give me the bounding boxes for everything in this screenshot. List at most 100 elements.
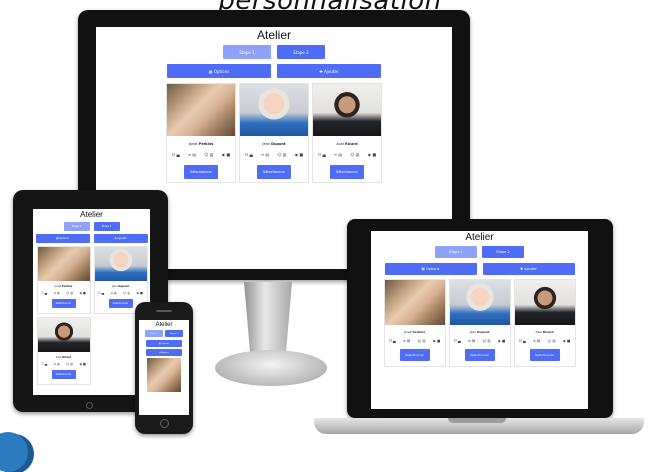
options-button[interactable]: ▦ Options — [384, 263, 477, 275]
camera-icon[interactable]: ◉ ■ — [295, 152, 304, 157]
add-button[interactable]: ✚ Ajouter — [482, 263, 575, 275]
people-icon[interactable]: ☺ ▥ — [350, 152, 359, 157]
options-button[interactable]: ▦ Options — [167, 64, 271, 78]
people-icon[interactable]: ☺ ▥ — [204, 152, 213, 157]
select-button[interactable]: Sélectionner — [51, 299, 76, 308]
people-icon[interactable]: ☺ ▥ — [482, 339, 490, 343]
options-button[interactable]: ▦ Options — [35, 234, 90, 243]
profile-photo — [313, 84, 381, 136]
add-label: Ajouter — [324, 68, 339, 74]
doc-icon[interactable]: ≡ ▤ — [261, 152, 269, 157]
profile-card: Axel Ricard ☷ ▄ ≡ ▤ ☺ ▥ ◉ ■ Sélectionner — [312, 83, 382, 183]
doc-icon[interactable]: ≡ ▤ — [53, 291, 59, 295]
tab-step-2[interactable]: Etape 2 — [482, 246, 524, 258]
people-icon[interactable]: ☺ ▥ — [417, 339, 425, 343]
plus-icon: ✚ — [114, 237, 117, 240]
phone-screen: Atelier Etape 1 Etape 2 ▦ Options ✚ Ajou… — [139, 320, 189, 415]
people-icon[interactable]: ☺ ▥ — [66, 362, 73, 366]
people-icon[interactable]: ☺ ▥ — [66, 291, 73, 295]
doc-icon[interactable]: ≡ ▤ — [53, 362, 59, 366]
profile-photo — [514, 280, 575, 325]
add-button[interactable]: ✚ Ajouter — [277, 64, 381, 78]
select-button[interactable]: Sélectionner — [464, 349, 495, 361]
camera-icon[interactable]: ◉ ■ — [79, 362, 85, 366]
add-button[interactable]: ✚ Ajouter — [146, 349, 182, 356]
profile-photo — [384, 280, 445, 325]
doc-icon[interactable]: ≡ ▤ — [403, 339, 410, 343]
tab-step-2[interactable]: Etape 2 — [165, 330, 183, 337]
camera-icon[interactable]: ◉ ■ — [498, 339, 505, 343]
camera-icon[interactable]: ◉ ■ — [368, 152, 377, 157]
grid-icon: ▦ — [208, 68, 213, 74]
doc-icon[interactable]: ≡ ▤ — [533, 339, 540, 343]
profile-icons: ☷ ▄ ≡ ▤ ☺ ▥ ◉ ■ — [454, 339, 506, 343]
stats-icon[interactable]: ☷ ▄ — [389, 339, 396, 343]
add-label: Ajouter — [161, 351, 169, 354]
select-button[interactable]: Sélectionner — [108, 299, 133, 308]
select-button[interactable]: Sélectionner — [529, 349, 560, 361]
profile-card — [147, 358, 181, 398]
options-button[interactable]: ▦ Options — [146, 340, 182, 347]
doc-icon[interactable]: ≡ ▤ — [110, 291, 116, 295]
stats-icon[interactable]: ☷ ▄ — [41, 362, 47, 366]
people-icon[interactable]: ☺ ▥ — [123, 291, 130, 295]
select-button[interactable]: Sélectionner — [330, 165, 364, 179]
profile-cards: Janet Perkins ☷ ▄ ≡ ▤ ☺ ▥ ◉ ■ Sélectionner … — [382, 279, 577, 367]
people-icon[interactable]: ☺ ▥ — [277, 152, 286, 157]
action-bar: ▦ Options ✚ Ajouter — [146, 340, 182, 356]
options-label: Options — [425, 267, 440, 271]
phone-speaker — [156, 310, 172, 312]
stats-icon[interactable]: ☷ ▄ — [245, 152, 253, 157]
tablet-home-button — [86, 402, 93, 409]
stats-icon[interactable]: ☷ ▄ — [454, 339, 461, 343]
profile-card: Axel Ricard ☷ ▄ ≡ ▤ ☺ ▥ ◉ ■ Sélectionner — [513, 279, 576, 367]
doc-icon[interactable]: ≡ ▤ — [188, 152, 196, 157]
select-button[interactable]: Sélectionner — [399, 349, 430, 361]
tab-step-1[interactable]: Etape 1 — [63, 222, 90, 231]
camera-icon[interactable]: ◉ ■ — [563, 339, 570, 343]
tab-step-2[interactable]: Etape 2 — [277, 45, 325, 59]
profile-cards: Janet Perkins ☷ ▄ ≡ ▤ ☺ ▥ ◉ ■ Sélectionner … — [36, 246, 148, 385]
stats-icon[interactable]: ☷ ▄ — [41, 291, 47, 295]
action-bar: ▦ Options ✚ Ajouter — [35, 234, 148, 243]
step-tabs: Etape 1 Etape 2 — [145, 330, 183, 337]
select-button[interactable]: Sélectionner — [184, 165, 218, 179]
laptop: Atelier Etape 1 Etape 2 ▦ Options ✚ Ajou… — [347, 219, 613, 418]
profile-icons: ☷ ▄ ≡ ▤ ☺ ▥ ◉ ■ — [98, 291, 143, 295]
stats-icon[interactable]: ☷ ▄ — [172, 152, 180, 157]
tab-step-1[interactable]: Etape 1 — [223, 45, 271, 59]
options-label: Options — [59, 237, 69, 240]
tab-step-1[interactable]: Etape 1 — [435, 246, 477, 258]
profile-name: Janet Perkins — [403, 330, 426, 334]
tablet-screen: Atelier Etape 1 Etape 2 ▦ Options ✚ Ajou… — [33, 209, 150, 395]
select-button[interactable]: Sélectionner — [257, 165, 291, 179]
doc-icon[interactable]: ≡ ▤ — [334, 152, 342, 157]
profile-icons: ☷ ▄ ≡ ▤ ☺ ▥ ◉ ■ — [41, 362, 86, 366]
camera-icon[interactable]: ◉ ■ — [136, 291, 142, 295]
profile-card: Janet Perkins ☷ ▄ ≡ ▤ ☺ ▥ ◉ ■ Sélectionner — [36, 246, 91, 314]
people-icon[interactable]: ☺ ▥ — [547, 339, 555, 343]
laptop-notch — [448, 418, 506, 423]
phone-home-button — [160, 419, 169, 428]
profile-photo — [449, 280, 510, 325]
camera-icon[interactable]: ◉ ■ — [222, 152, 231, 157]
select-button[interactable]: Sélectionner — [51, 370, 76, 379]
tab-step-1[interactable]: Etape 1 — [145, 330, 163, 337]
camera-icon[interactable]: ◉ ■ — [79, 291, 85, 295]
camera-icon[interactable]: ◉ ■ — [433, 339, 440, 343]
app-window: Atelier Etape 1 Etape 2 ▦ Options ✚ Ajou… — [33, 209, 150, 395]
add-label: Ajouter — [524, 267, 537, 271]
profile-icons: ☷ ▄ ≡ ▤ ☺ ▥ ◉ ■ — [389, 339, 441, 343]
profile-icons: ☷ ▄ ≡ ▤ ☺ ▥ ◉ ■ — [318, 152, 376, 157]
action-bar: ▦ Options ✚ Ajouter — [384, 263, 575, 275]
doc-icon[interactable]: ≡ ▤ — [468, 339, 475, 343]
profile-name: Jean Dupont — [469, 330, 490, 334]
profile-card: Janet Perkins ☷ ▄ ≡ ▤ ☺ ▥ ◉ ■ Sélectionner — [383, 279, 446, 367]
stats-icon[interactable]: ☷ ▄ — [98, 291, 104, 295]
tab-step-2[interactable]: Etape 2 — [93, 222, 120, 231]
action-bar: ▦ Options ✚ Ajouter — [167, 64, 381, 78]
add-button[interactable]: ✚ Ajouter — [93, 234, 148, 243]
stats-icon[interactable]: ☷ ▄ — [519, 339, 526, 343]
app-window: Atelier Etape 1 Etape 2 ▦ Options ✚ Ajou… — [371, 231, 588, 409]
stats-icon[interactable]: ☷ ▄ — [318, 152, 326, 157]
